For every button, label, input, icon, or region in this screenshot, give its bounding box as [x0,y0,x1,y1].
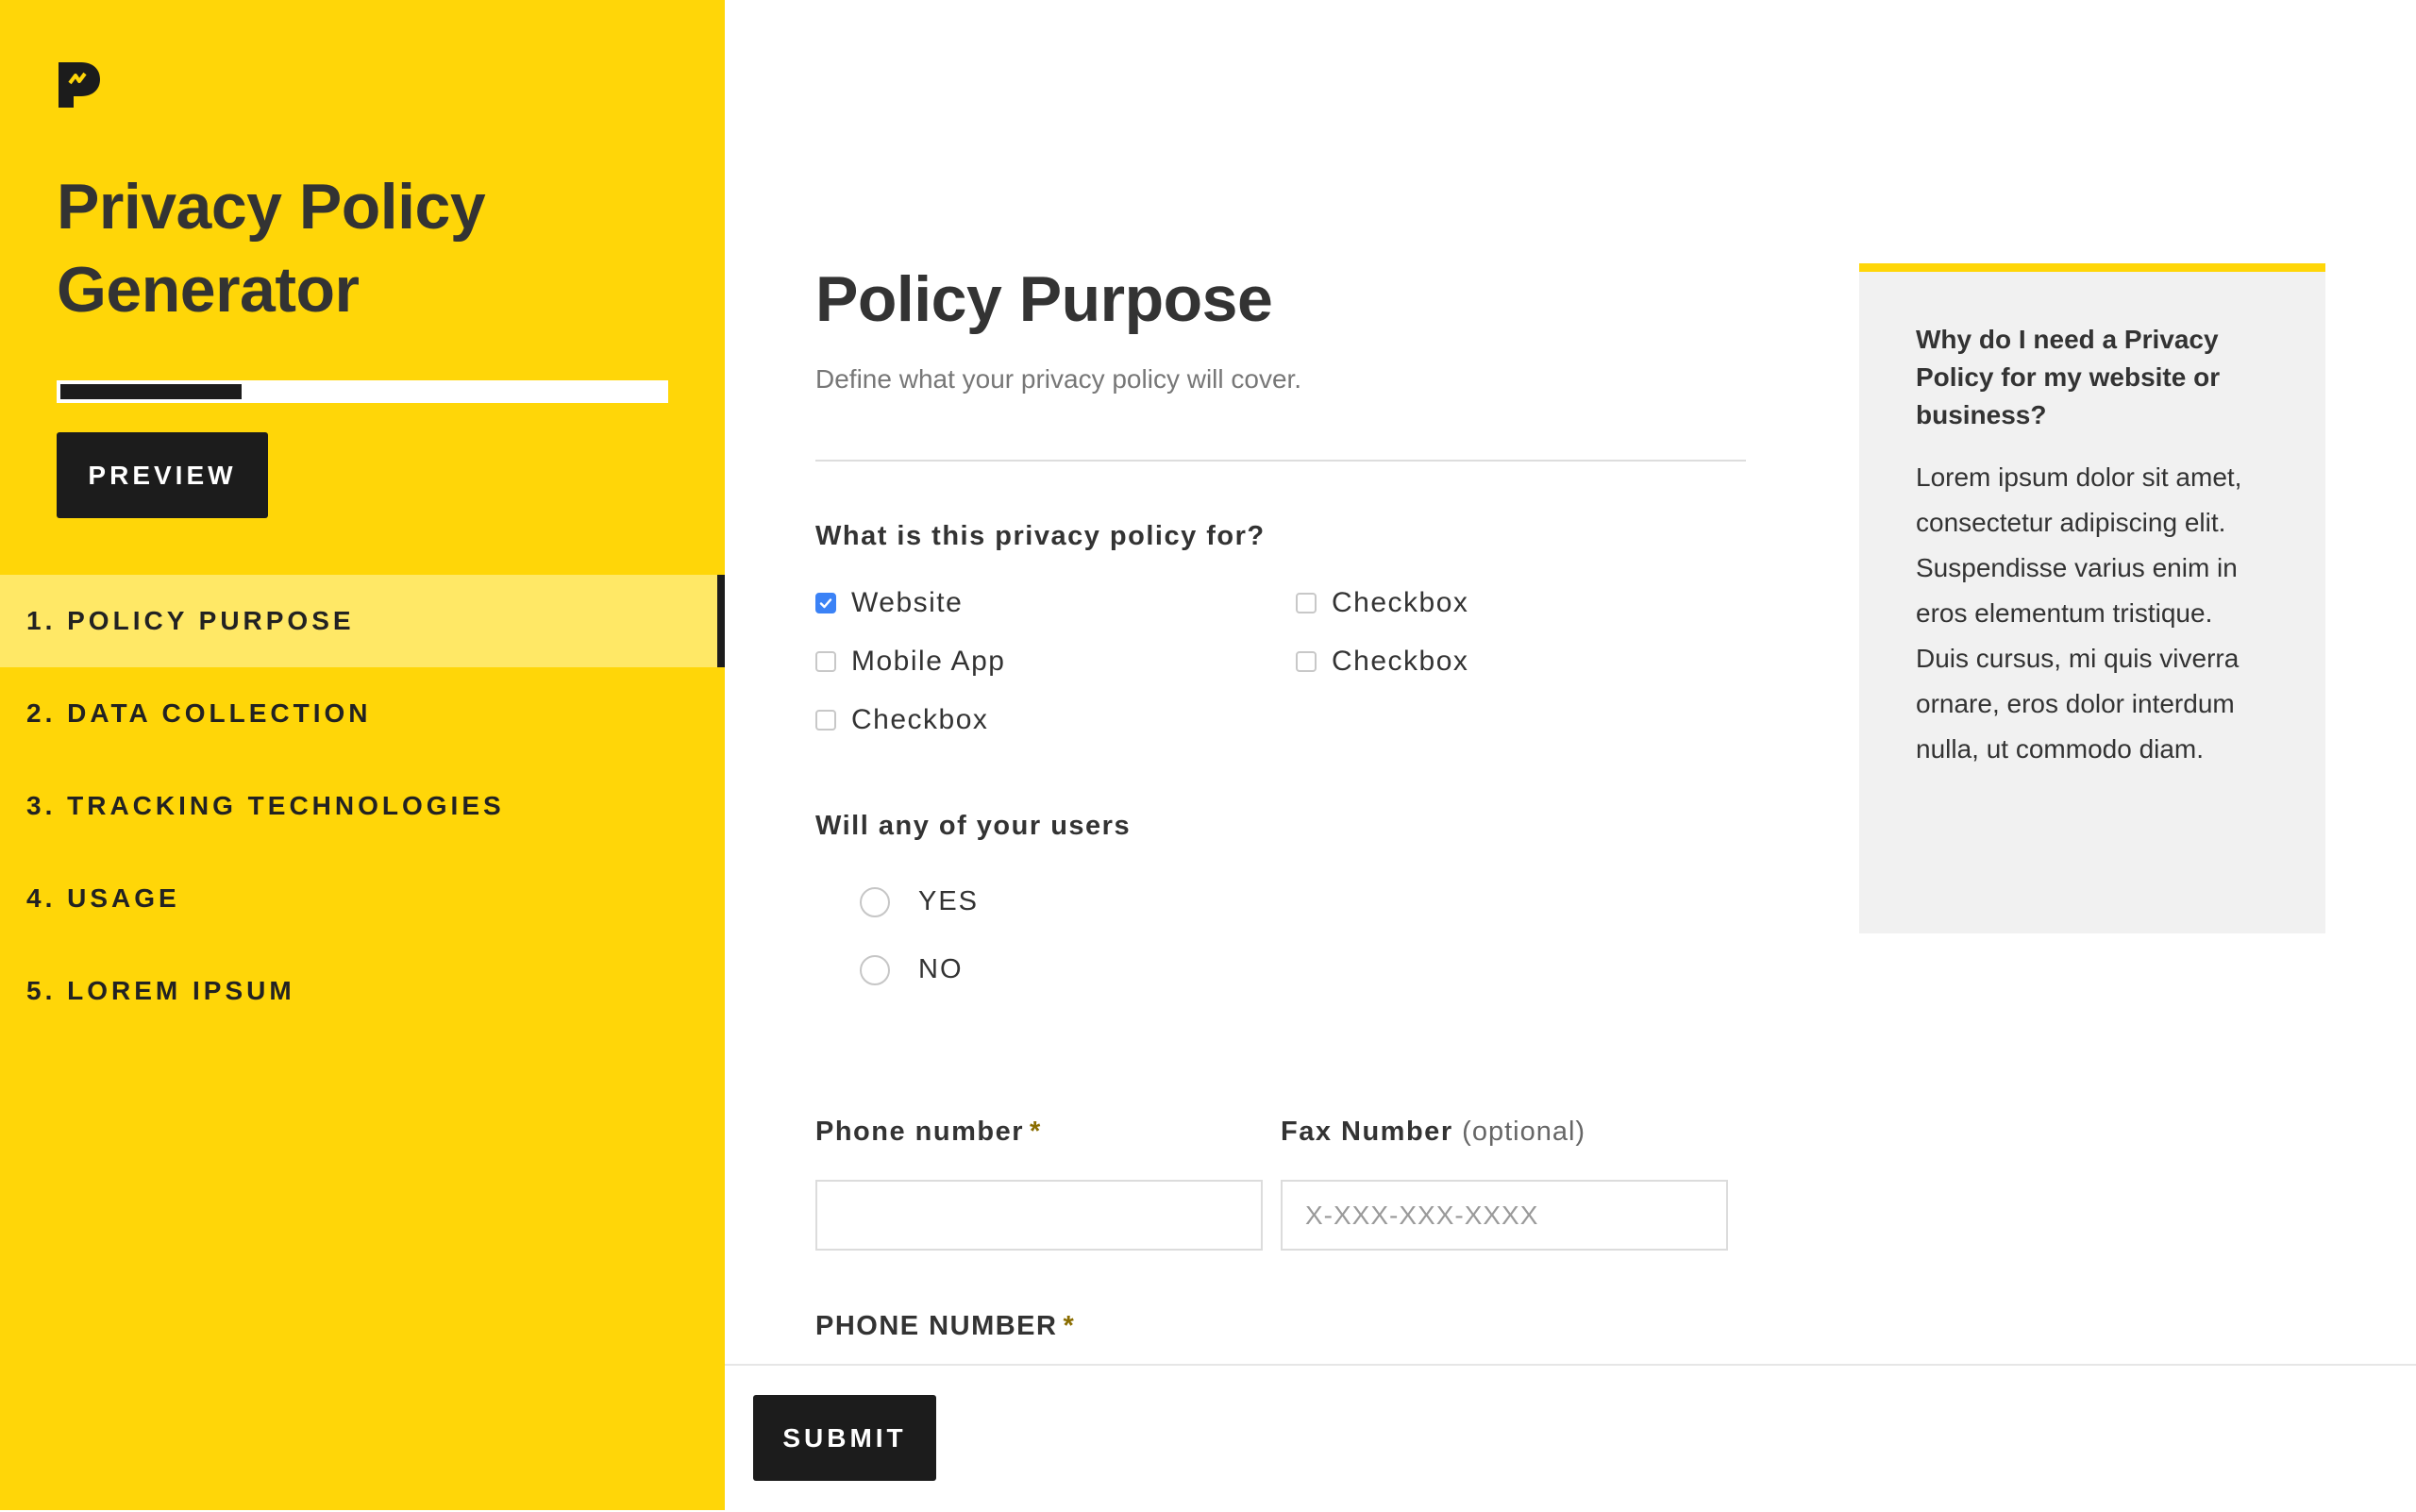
checkbox-label: Website [851,587,964,618]
step-label: 4. USAGE [26,883,180,913]
main-content: Policy Purpose Define what your privacy … [725,0,2416,1512]
brand-logo-icon[interactable] [57,60,102,109]
phone-number-label: Phone number * [815,1117,1042,1148]
radio-option-no[interactable]: NO [860,954,964,985]
checkbox-option-website[interactable]: Website [815,587,963,619]
step-item-data-collection[interactable]: 2. DATA COLLECTION [0,667,725,760]
step-item-lorem-ipsum[interactable]: 5. LOREM IPSUM [0,945,725,1037]
checkbox-option[interactable]: Checkbox [815,704,988,736]
radio-button[interactable] [860,954,890,985]
step-label: 5. LOREM IPSUM [26,976,295,1005]
info-card: Why do I need a Privacy Policy for my we… [1859,263,2325,933]
checkbox[interactable] [1296,651,1317,672]
info-card-title: Why do I need a Privacy Policy for my we… [1916,325,2221,429]
sidebar: Privacy Policy Generator PREVIEW 1. POLI… [0,0,725,1510]
checkbox[interactable] [815,710,836,731]
checkbox[interactable] [1296,593,1317,613]
checkbox-option-mobile-app[interactable]: Mobile App [815,646,1005,678]
preview-button[interactable]: PREVIEW [57,432,268,518]
radio-button[interactable] [860,886,890,917]
page-title: Policy Purpose [815,263,1273,335]
step-item-usage[interactable]: 4. USAGE [0,852,725,945]
radio-label: NO [918,954,964,984]
checkbox-label: Checkbox [851,704,989,735]
phone-number-input[interactable] [815,1180,1263,1251]
checkbox-option[interactable]: Checkbox [1296,587,1468,619]
checkbox-option[interactable]: Checkbox [1296,646,1468,678]
required-mark: * [1030,1117,1042,1147]
submit-button[interactable]: SUBMIT [753,1395,936,1481]
fax-number-label: Fax Number (optional) [1281,1117,1586,1148]
optional-note: (optional) [1462,1117,1586,1147]
step-label: 1. POLICY PURPOSE [26,606,355,635]
field-label-text: Fax Number [1281,1117,1453,1147]
page-subtitle: Define what your privacy policy will cov… [815,364,1302,394]
checkbox-label: Checkbox [1332,587,1469,618]
required-mark: * [1063,1311,1076,1341]
question-label: Will any of your users [815,811,1132,841]
progress-bar-fill [60,384,242,399]
checkmark-icon [819,598,832,609]
divider [815,460,1746,462]
checkbox[interactable] [815,593,836,613]
radio-option-yes[interactable]: YES [860,886,979,917]
progress-bar [57,380,668,403]
phone-number-label-2: PHONE NUMBER * [815,1311,1075,1342]
step-label: 3. TRACKING TECHNOLOGIES [26,791,505,820]
info-card-body: Lorem ipsum dolor sit amet, consectetur … [1916,462,2242,764]
step-nav: 1. POLICY PURPOSE 2. DATA COLLECTION 3. … [0,575,725,1037]
checkbox[interactable] [815,651,836,672]
fax-number-input[interactable] [1281,1180,1728,1251]
app-title: Privacy Policy Generator [57,171,486,326]
bottom-action-bar: SUBMIT [725,1364,2416,1512]
question-label: What is this privacy policy for? [815,521,1266,551]
step-label: 2. DATA COLLECTION [26,698,372,728]
radio-label: YES [918,886,980,916]
field-label-text: PHONE NUMBER [815,1311,1058,1341]
step-item-policy-purpose[interactable]: 1. POLICY PURPOSE [0,575,725,667]
checkbox-label: Mobile App [851,646,1006,677]
step-item-tracking-technologies[interactable]: 3. TRACKING TECHNOLOGIES [0,760,725,852]
field-label-text: Phone number [815,1117,1025,1147]
checkbox-label: Checkbox [1332,646,1469,677]
